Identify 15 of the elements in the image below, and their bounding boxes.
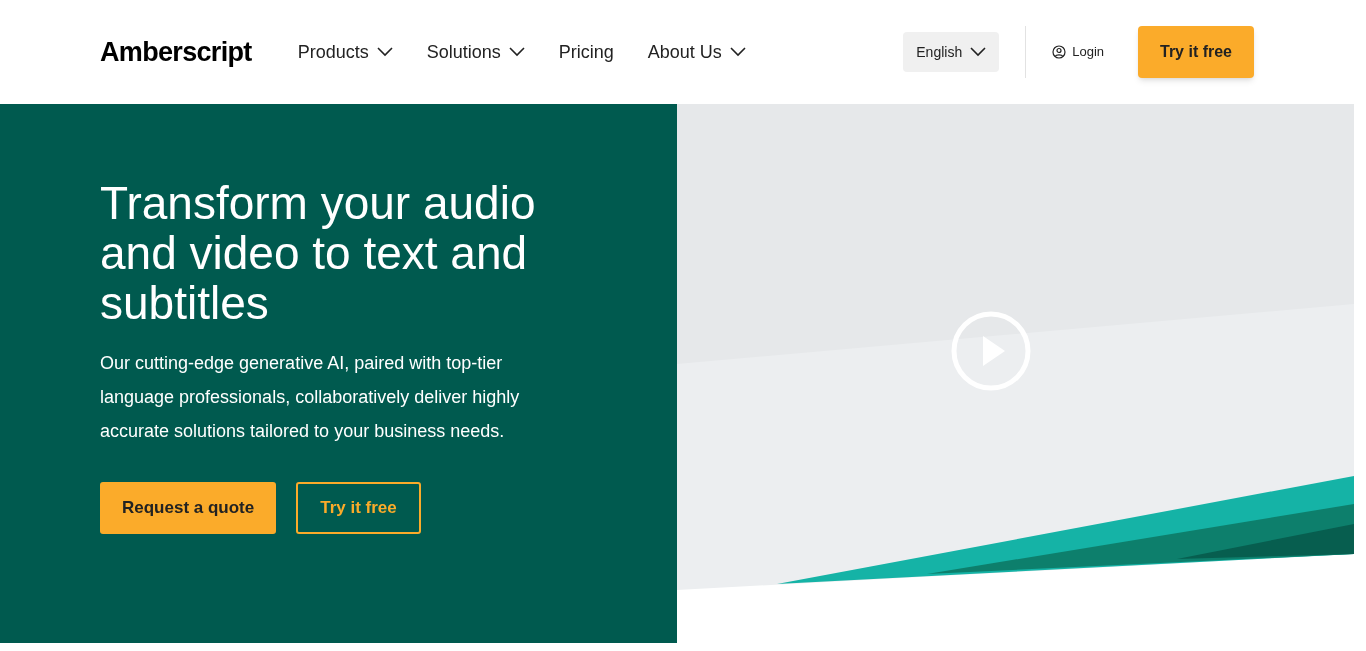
hero-description: Our cutting-edge generative AI, paired with top-tier language professionals, collaboratively deliver highly accurate solutions tailored to your business needs. [100,352,521,443]
try-free-button[interactable]: Try it free [296,482,421,534]
nav-link[interactable]: Solutions [426,38,525,66]
logo[interactable]: Amberscript [100,31,252,73]
login-link[interactable]: Login [1052,42,1104,62]
quote-button[interactable]: Request a quote [100,482,277,534]
language-select[interactable]: English [903,32,1000,72]
play-icon[interactable] [950,310,1032,392]
try-free-button[interactable]: Try it free [1138,26,1254,78]
hero-title: Transform your audio and video to text and subtitles [100,178,537,328]
nav-link[interactable]: About Us [647,38,746,66]
nav-link[interactable]: Pricing [558,38,614,66]
chevron-down-icon [970,47,987,57]
nav-link[interactable]: Products [297,38,393,66]
user-icon [1052,45,1067,59]
